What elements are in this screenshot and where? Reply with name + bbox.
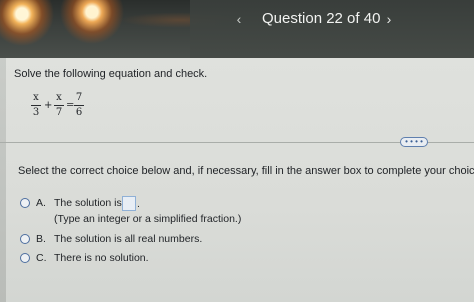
choice-letter: A. (36, 197, 46, 209)
fraction-7-over-6: 7 6 (73, 92, 85, 119)
previous-question-icon[interactable]: ‹ (232, 10, 246, 28)
answer-input[interactable] (122, 196, 136, 211)
question-counter: Question 22 of 40 (262, 10, 381, 27)
question-panel (0, 58, 474, 302)
radio-b[interactable] (20, 234, 30, 244)
panel-edge (0, 58, 6, 302)
choice-letter: C. (36, 252, 47, 264)
question-instruction: Solve the following equation and check. (14, 68, 208, 80)
radio-a[interactable] (20, 198, 30, 208)
choice-letter: B. (36, 233, 46, 245)
choice-prompt: Select the correct choice below and, if … (18, 165, 474, 177)
fraction-bar (31, 105, 41, 106)
plus-sign: + (44, 100, 53, 111)
numerator: x (33, 92, 39, 103)
fraction-x-over-7: x 7 (53, 92, 65, 119)
choice-text: The solution is (54, 197, 122, 209)
denominator: 7 (55, 107, 63, 118)
radio-c[interactable] (20, 253, 30, 263)
more-options-button[interactable]: • • • • (400, 137, 428, 147)
fraction-bar (54, 105, 64, 106)
choice-period: . (137, 198, 140, 210)
numerator: 7 (75, 92, 83, 103)
numerator: x (56, 92, 62, 103)
fraction-bar (74, 105, 84, 106)
denominator: 6 (75, 107, 83, 118)
choice-text: The solution is all real numbers. (54, 233, 203, 245)
denominator: 3 (32, 107, 40, 118)
next-question-icon[interactable]: › (382, 10, 396, 28)
fraction-x-over-3: x 3 (30, 92, 42, 119)
choice-text: There is no solution. (54, 252, 149, 264)
answer-hint: (Type an integer or a simplified fractio… (54, 213, 242, 225)
